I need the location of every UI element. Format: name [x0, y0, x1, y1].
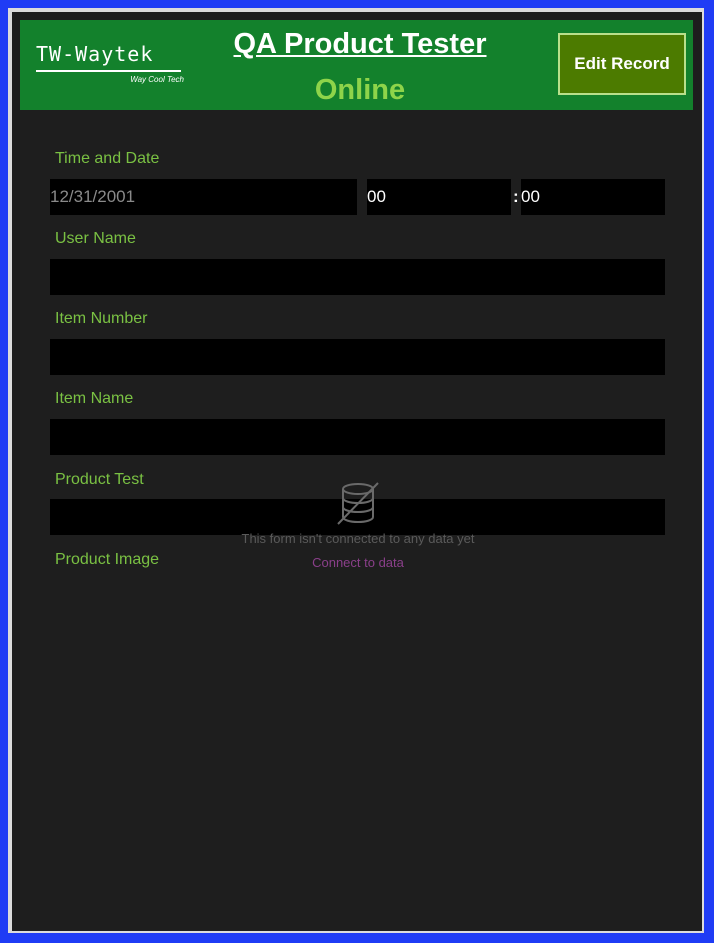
- item-number-input[interactable]: [50, 339, 665, 375]
- product-test-label: Product Test: [55, 471, 144, 488]
- logo-tagline: Way Cool Tech: [130, 75, 184, 84]
- edit-record-button[interactable]: Edit Record: [558, 33, 686, 95]
- item-name-input[interactable]: [50, 419, 665, 455]
- user-name-input[interactable]: [50, 259, 665, 295]
- product-image-label: Product Image: [55, 551, 160, 568]
- time-separator: :: [513, 187, 519, 206]
- status-indicator: Online: [314, 74, 406, 106]
- minute-dropdown[interactable]: 00: [521, 179, 665, 215]
- app-screen: TW-Waytek Way Cool Tech QA Product Teste…: [12, 12, 702, 931]
- company-logo: TW-Waytek Way Cool Tech: [36, 42, 184, 86]
- form-empty-state: This form isn't connected to any data ye…: [212, 480, 504, 570]
- header-bar: TW-Waytek Way Cool Tech QA Product Teste…: [20, 20, 693, 110]
- item-number-label: Item Number: [55, 310, 148, 327]
- empty-state-message: This form isn't connected to any data ye…: [241, 531, 475, 546]
- user-name-label: User Name: [55, 230, 136, 247]
- logo-text: TW-Waytek: [36, 42, 154, 66]
- logo-underline: [36, 70, 181, 72]
- database-off-icon: [337, 482, 379, 525]
- item-name-label: Item Name: [55, 390, 134, 407]
- page-title: QA Product Tester: [233, 28, 487, 60]
- time-date-label: Time and Date: [55, 150, 160, 167]
- connect-to-data-link[interactable]: Connect to data: [212, 555, 504, 570]
- date-picker-input[interactable]: 12/31/2001: [50, 179, 357, 215]
- app-frame: TW-Waytek Way Cool Tech QA Product Teste…: [0, 0, 714, 943]
- hour-dropdown[interactable]: 00: [367, 179, 511, 215]
